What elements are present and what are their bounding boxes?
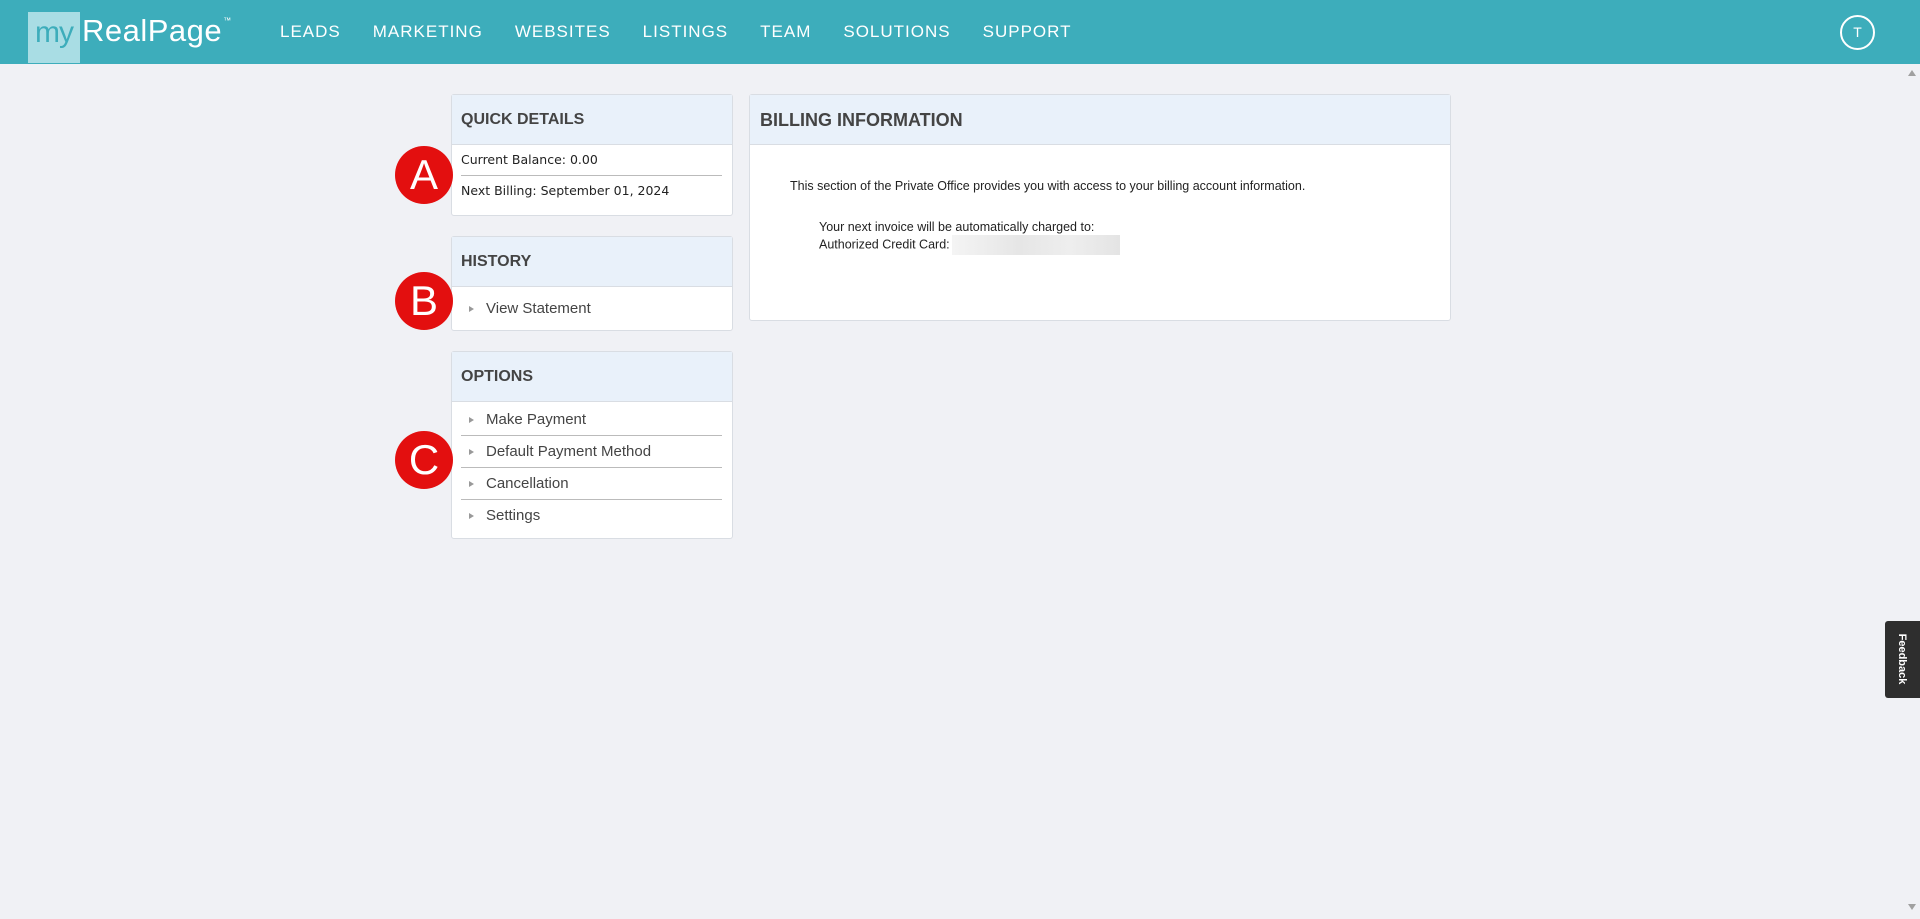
nav-leads[interactable]: LEADS (280, 0, 341, 64)
scroll-down-icon[interactable] (1908, 904, 1916, 910)
invoice-info: Your next invoice will be automatically … (819, 219, 1120, 255)
nav-support[interactable]: SUPPORT (983, 0, 1072, 64)
cancellation-link[interactable]: Cancellation (461, 468, 722, 500)
caret-right-icon (469, 416, 474, 423)
scroll-up-icon[interactable] (1908, 70, 1916, 76)
link-label: Default Payment Method (486, 443, 652, 460)
billing-information-title: BILLING INFORMATION (750, 95, 1450, 145)
caret-right-icon (469, 512, 474, 519)
redacted-card-number (951, 235, 1120, 255)
default-payment-method-link[interactable]: Default Payment Method (461, 436, 722, 468)
caret-right-icon (469, 480, 474, 487)
quick-details-panel: QUICK DETAILS Current Balance: 0.00 Next… (451, 94, 733, 216)
billing-intro-text: This section of the Private Office provi… (790, 179, 1306, 193)
billing-information-panel: BILLING INFORMATION This section of the … (749, 94, 1451, 321)
authorized-card-row: Authorized Credit Card: (819, 235, 1120, 255)
top-navigation-bar: my RealPage ™ LEADS MARKETING WEBSITES L… (0, 0, 1920, 64)
options-title: OPTIONS (452, 352, 732, 402)
link-label: Cancellation (486, 475, 569, 492)
main-nav: LEADS MARKETING WEBSITES LISTINGS TEAM S… (280, 0, 1104, 64)
nav-team[interactable]: TEAM (760, 0, 811, 64)
card-label: Authorized Credit Card: (819, 237, 950, 252)
user-avatar[interactable]: T (1840, 15, 1875, 50)
link-label: Make Payment (486, 411, 587, 428)
nav-websites[interactable]: WEBSITES (515, 0, 611, 64)
link-label: View Statement (486, 300, 591, 317)
next-billing: Next Billing: September 01, 2024 (461, 183, 670, 198)
invoice-line: Your next invoice will be automatically … (819, 220, 1095, 234)
feedback-label: Feedback (1896, 633, 1908, 685)
caret-right-icon (469, 448, 474, 455)
marker-b: B (395, 272, 453, 330)
logo-my: my (28, 12, 80, 63)
settings-link[interactable]: Settings (461, 500, 722, 531)
nav-listings[interactable]: LISTINGS (643, 0, 728, 64)
options-panel: OPTIONS Make Payment Default Payment Met… (451, 351, 733, 539)
nav-solutions[interactable]: SOLUTIONS (843, 0, 950, 64)
history-panel: HISTORY View Statement (451, 236, 733, 331)
marker-c: C (395, 431, 453, 489)
history-title: HISTORY (452, 237, 732, 287)
view-statement-link[interactable]: View Statement (461, 293, 722, 324)
make-payment-link[interactable]: Make Payment (461, 404, 722, 436)
feedback-tab[interactable]: Feedback (1885, 621, 1920, 698)
logo-trademark: ™ (223, 16, 232, 25)
link-label: Settings (486, 507, 541, 524)
nav-marketing[interactable]: MARKETING (373, 0, 483, 64)
myrealpage-logo[interactable]: my RealPage ™ (28, 12, 231, 63)
quick-details-title: QUICK DETAILS (452, 95, 732, 145)
caret-right-icon (469, 305, 474, 312)
marker-a: A (395, 146, 453, 204)
logo-name: RealPage (82, 13, 223, 48)
current-balance: Current Balance: 0.00 (461, 145, 722, 176)
